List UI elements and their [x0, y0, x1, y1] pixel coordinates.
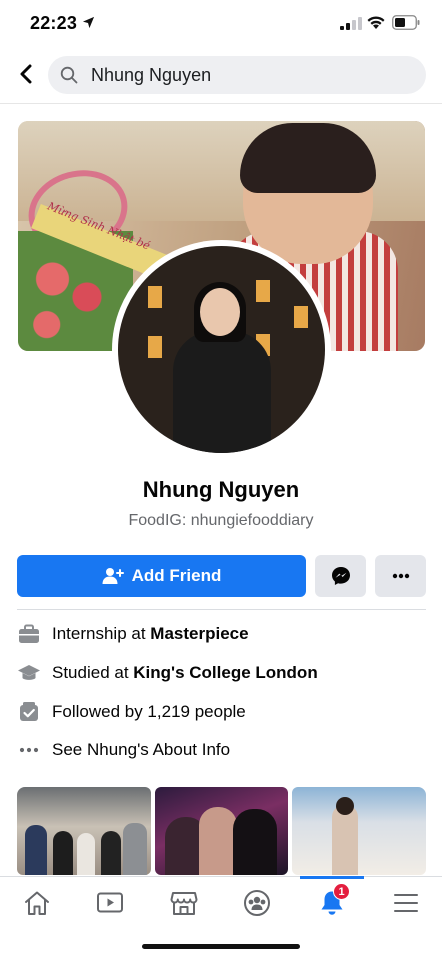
marketplace-icon [170, 892, 198, 915]
groups-icon [244, 890, 270, 916]
back-button[interactable] [12, 60, 40, 88]
info-work[interactable]: Internship at Masterpiece [17, 621, 427, 647]
photo-figure [123, 823, 147, 875]
info-about-link[interactable]: See Nhung's About Info [17, 737, 427, 763]
window-light [294, 306, 308, 328]
briefcase-icon [17, 622, 41, 646]
profile-name: Nhung Nguyen [142, 477, 300, 502]
photo-figure [77, 833, 95, 875]
status-bar: 22:23 [0, 0, 442, 46]
nav-marketplace[interactable] [164, 883, 204, 923]
chevron-left-icon [20, 64, 32, 84]
followers-icon [17, 700, 41, 724]
info-about-text: See Nhung's About Info [52, 740, 231, 759]
battery-icon [392, 15, 420, 30]
add-friend-icon [102, 568, 124, 584]
home-indicator[interactable] [142, 944, 300, 949]
more-dots-icon [17, 738, 41, 762]
wifi-icon [367, 16, 385, 29]
avatar[interactable] [118, 246, 325, 453]
signal-icon [340, 17, 362, 30]
location-arrow-icon [82, 16, 95, 29]
photo-figure [25, 825, 47, 875]
nav-watch[interactable] [90, 883, 130, 923]
photo-party-friends[interactable] [154, 787, 289, 875]
nav-menu[interactable] [386, 883, 426, 923]
nav-home[interactable] [17, 883, 57, 923]
info-education-value[interactable]: King's College London [133, 663, 317, 682]
person-face [200, 288, 240, 336]
search-icon [60, 66, 78, 84]
notification-badge: 1 [333, 883, 350, 900]
more-dots-icon [392, 573, 409, 579]
add-friend-button[interactable]: Add Friend [17, 555, 306, 597]
bottom-nav: 1 [0, 876, 442, 928]
info-work-value[interactable]: Masterpiece [150, 624, 248, 643]
photo-figure [198, 807, 237, 875]
photo-figure [332, 805, 359, 875]
photo-figure [232, 809, 277, 875]
window-light [148, 336, 162, 358]
graduation-cap-icon [17, 661, 41, 685]
divider [17, 609, 426, 610]
photo-figure [53, 831, 73, 875]
nav-notifications[interactable]: 1 [312, 883, 352, 923]
person-jacket [173, 331, 271, 453]
info-education-prefix: Studied at [52, 663, 134, 682]
video-icon [97, 892, 123, 913]
window-light [148, 286, 162, 308]
search-input[interactable]: Nhung Nguyen [48, 56, 426, 94]
window-light [256, 280, 270, 302]
search-value: Nhung Nguyen [91, 65, 212, 85]
nav-groups[interactable] [237, 883, 277, 923]
info-work-prefix: Internship at [52, 624, 151, 643]
nav-active-indicator [300, 876, 364, 879]
profile-bio: FoodIG: nhungiefooddiary [128, 512, 314, 529]
status-time: 22:23 [30, 13, 78, 33]
photo-grid [17, 787, 426, 875]
photo-group-outdoor[interactable] [17, 787, 151, 875]
child-hair [240, 123, 376, 193]
photo-figure [101, 831, 121, 875]
info-education[interactable]: Studied at King's College London [17, 660, 427, 686]
home-icon [25, 891, 49, 915]
search-header: Nhung Nguyen [0, 46, 442, 104]
messenger-button[interactable] [315, 555, 366, 597]
add-friend-label: Add Friend [131, 566, 222, 585]
info-followers[interactable]: Followed by 1,219 people [17, 699, 427, 725]
more-options-button[interactable] [375, 555, 426, 597]
info-followers-text: Followed by 1,219 people [52, 702, 246, 721]
messenger-icon [331, 567, 350, 585]
menu-icon [394, 894, 418, 912]
photo-beach-portrait[interactable] [292, 787, 426, 875]
